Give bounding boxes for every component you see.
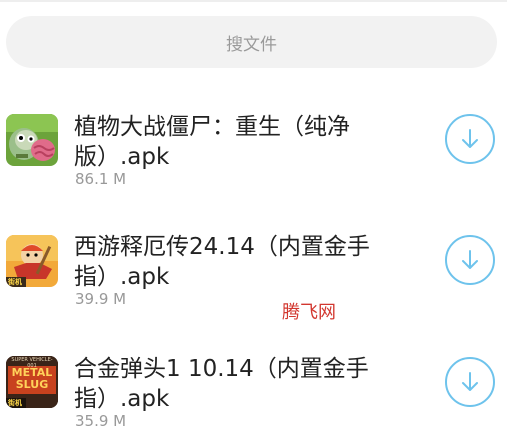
download-arrow-icon [462, 129, 478, 148]
download-button[interactable] [445, 114, 495, 164]
plants-vs-zombies-app-icon [6, 114, 58, 166]
file-title: 西游释厄传24.14（内置金手指）.apk [74, 234, 370, 290]
arcade-badge: 街机 [8, 278, 22, 286]
list-item[interactable]: SUPER VEHICLE-001 METAL SLUG 街机 合金弹头1 10… [0, 342, 507, 442]
download-arrow-icon [462, 250, 478, 269]
search-placeholder: 搜文件 [226, 34, 277, 55]
download-arrow-icon [462, 372, 478, 391]
metal-slug-app-icon: SUPER VEHICLE-001 METAL SLUG 街机 [6, 356, 58, 408]
file-size: 86.1 M [75, 170, 127, 188]
list-item[interactable]: 植物大战僵尸：重生（纯净版）.apk 86.1 M [0, 100, 507, 200]
file-title: 合金弹头1 10.14（内置金手指）.apk [74, 356, 369, 412]
watermark: 腾飞网 [282, 302, 336, 323]
file-size: 35.9 M [75, 412, 127, 430]
download-button[interactable] [445, 357, 495, 407]
top-divider [0, 0, 507, 2]
download-button[interactable] [445, 235, 495, 285]
icon-logo-text: METAL SLUG [11, 366, 53, 391]
search-input[interactable]: 搜文件 [6, 16, 497, 68]
list-item[interactable]: 街机 西游释厄传24.14（内置金手指）.apk 39.9 M [0, 220, 507, 320]
file-size: 39.9 M [75, 290, 127, 308]
arcade-badge: 街机 [8, 399, 22, 407]
xiyou-shiechuan-app-icon: 街机 [6, 235, 58, 287]
file-title: 植物大战僵尸：重生（纯净版）.apk [74, 114, 350, 170]
